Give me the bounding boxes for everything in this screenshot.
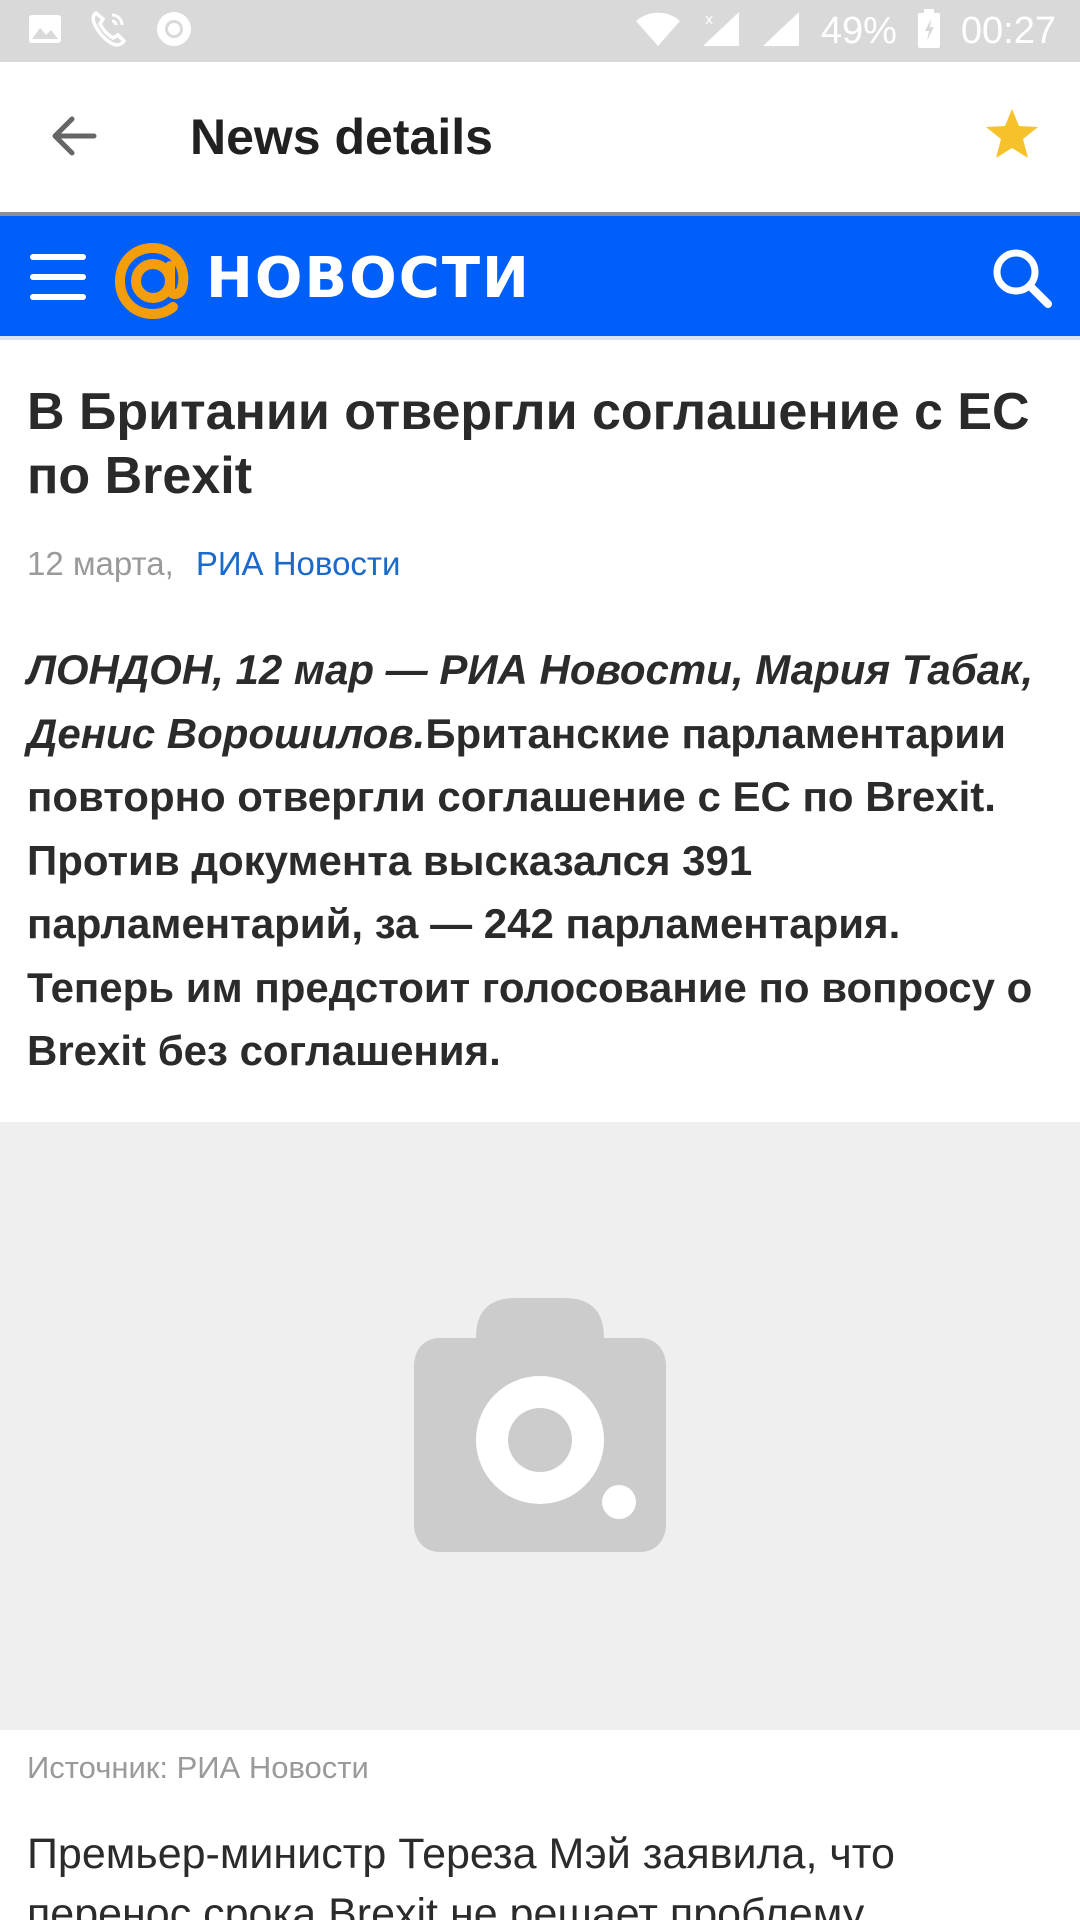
article-date: 12 марта, <box>27 545 174 582</box>
svg-text:x: x <box>705 12 713 28</box>
article-source-link[interactable]: РИА Новости <box>196 545 401 582</box>
article-lead-text: Британские парламентарии повторно отверг… <box>27 709 1033 1075</box>
phone-icon <box>88 9 128 54</box>
star-icon <box>985 108 1039 165</box>
article-body: Премьер-министр Тереза Мэй заявила, что … <box>27 1830 895 1920</box>
app-bar: News details <box>0 62 1080 212</box>
news-details-screen: x 49% 00:27 News details НОВОСТИ В Брита… <box>0 0 1080 1920</box>
signal-icon: x <box>701 10 741 53</box>
camera-icon <box>414 1298 666 1552</box>
search-button[interactable] <box>990 246 1054 310</box>
back-button[interactable] <box>46 110 102 166</box>
arrow-left-icon <box>50 114 98 163</box>
page-title: News details <box>190 109 493 165</box>
mail-at-logo <box>114 242 192 320</box>
brand-name: НОВОСТИ <box>206 246 531 311</box>
search-icon <box>990 249 1054 314</box>
wifi-icon <box>635 11 681 52</box>
favorite-button[interactable] <box>980 104 1044 168</box>
battery-icon <box>917 8 941 54</box>
image-caption: Источник: РИА Новости <box>27 1750 369 1785</box>
sync-icon <box>154 9 194 54</box>
signal-icon <box>761 10 801 53</box>
article-lead: ЛОНДОН, 12 мар — РИА Новости, Мария Таба… <box>27 638 1047 1083</box>
status-bar: x 49% 00:27 <box>0 0 1080 62</box>
clock: 00:27 <box>960 9 1056 52</box>
article-meta: 12 марта, РИА Новости <box>27 545 400 583</box>
article-title: В Британии отвергли соглашение с ЕС по B… <box>27 383 1030 505</box>
menu-button[interactable] <box>28 252 88 302</box>
news-brand-bar: НОВОСТИ <box>0 212 1080 340</box>
battery-percent: 49% <box>820 9 897 52</box>
image-icon <box>28 14 62 49</box>
status-bar-system: x 49% 00:27 <box>635 8 1056 54</box>
status-bar-notifications <box>28 9 194 54</box>
hamburger-icon <box>28 254 88 306</box>
